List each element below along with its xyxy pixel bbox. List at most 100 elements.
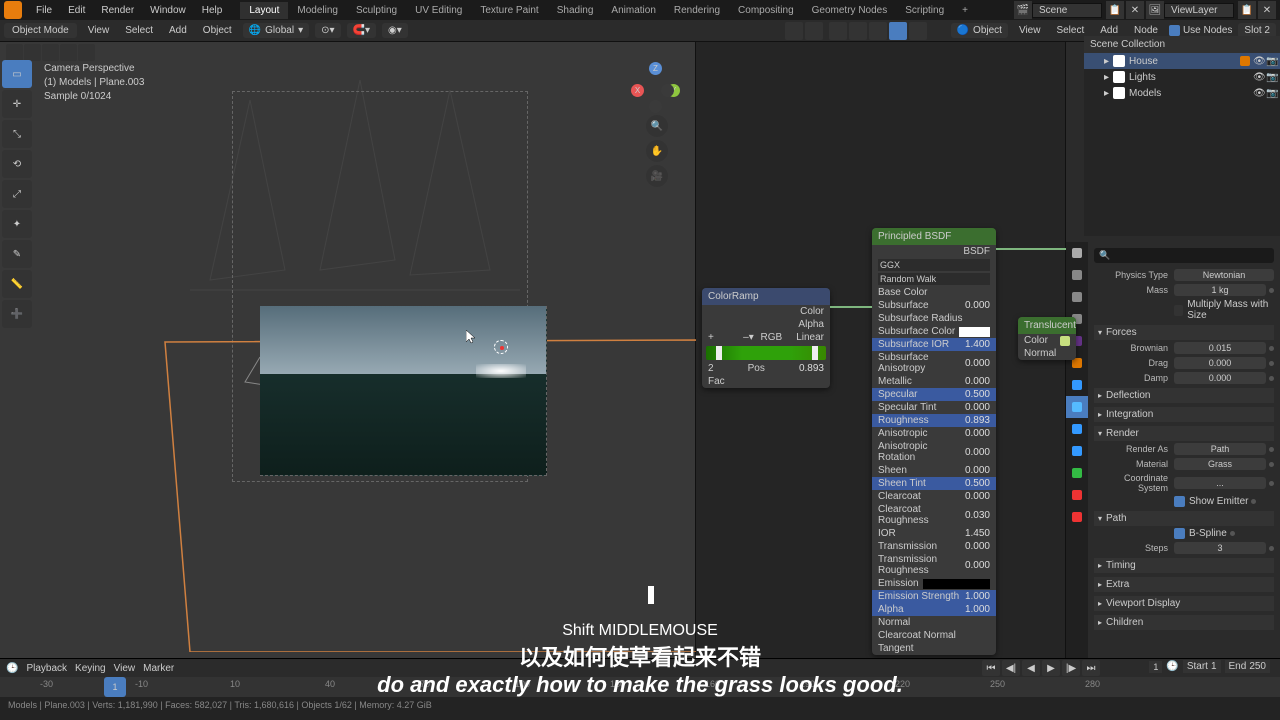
- bsdf-socket-anisotropic-rotation[interactable]: Anisotropic Rotation0.000: [872, 440, 996, 464]
- bsdf-socket-clearcoat[interactable]: Clearcoat0.000: [872, 490, 996, 503]
- bsdf-dist-dropdown[interactable]: GGX: [878, 259, 990, 271]
- bsdf-socket-clearcoat-normal[interactable]: Clearcoat Normal: [872, 629, 996, 642]
- tab-data[interactable]: [1066, 462, 1088, 484]
- bsdf-socket-specular[interactable]: Specular0.500: [872, 388, 996, 401]
- bsdf-socket-normal[interactable]: Normal: [872, 616, 996, 629]
- orbit-gizmo[interactable]: Z Y X: [629, 62, 679, 112]
- socket-alpha[interactable]: Alpha: [798, 319, 824, 330]
- prev-key-button[interactable]: ◀|: [1002, 660, 1020, 676]
- path-panel[interactable]: ▾Path: [1094, 511, 1274, 526]
- bsdf-socket-anisotropic[interactable]: Anisotropic0.000: [872, 427, 996, 440]
- new-viewlayer-button[interactable]: 📋: [1238, 1, 1256, 19]
- proportional-toggle[interactable]: ◉▾: [382, 23, 408, 38]
- viewlayer-field[interactable]: ViewLayer: [1164, 3, 1234, 18]
- socket-bsdf[interactable]: BSDF: [963, 246, 990, 257]
- new-scene-button[interactable]: 📋: [1106, 1, 1124, 19]
- snap-toggle[interactable]: 🧲▾: [347, 23, 376, 38]
- play-button[interactable]: ▶: [1042, 660, 1060, 676]
- workspace-sculpting[interactable]: Sculpting: [347, 2, 406, 19]
- gizmo-toggles[interactable]: [785, 22, 823, 40]
- node-view[interactable]: View: [1014, 23, 1046, 38]
- children-panel[interactable]: ▸Children: [1094, 615, 1274, 630]
- viewlayer-icon[interactable]: 🖼: [1146, 1, 1164, 19]
- timeline-view[interactable]: View: [114, 663, 136, 674]
- wireframe-icon[interactable]: [829, 22, 847, 40]
- bsdf-socket-sheen-tint[interactable]: Sheen Tint0.500: [872, 477, 996, 490]
- render-panel[interactable]: ▾Render: [1094, 426, 1274, 441]
- cursor-tool[interactable]: ✛: [2, 90, 32, 118]
- bsdf-socket-emission-strength[interactable]: Emission Strength1.000: [872, 590, 996, 603]
- color-ramp-gradient[interactable]: [706, 346, 826, 360]
- rendered-icon[interactable]: [889, 22, 907, 40]
- workspace-texpaint[interactable]: Texture Paint: [471, 2, 547, 19]
- menu-edit[interactable]: Edit: [60, 2, 93, 19]
- rotate-tool[interactable]: ⟲: [2, 150, 32, 178]
- brownian-field[interactable]: 0.015: [1174, 342, 1266, 354]
- workspace-add[interactable]: +: [953, 2, 977, 19]
- ext-icon[interactable]: [42, 44, 59, 61]
- bsdf-socket-transmission-roughness[interactable]: Transmission Roughness0.000: [872, 553, 996, 577]
- bsdf-sss-dropdown[interactable]: Random Walk: [878, 273, 990, 285]
- tab-viewlayer[interactable]: [1066, 286, 1088, 308]
- workspace-modeling[interactable]: Modeling: [288, 2, 347, 19]
- orientation-dropdown[interactable]: 🌐Global▾: [243, 23, 309, 38]
- ext-icon[interactable]: [78, 44, 95, 61]
- node-translucent[interactable]: Translucent Color Normal: [1018, 317, 1076, 360]
- tab-texture[interactable]: [1066, 506, 1088, 528]
- next-key-button[interactable]: |▶: [1062, 660, 1080, 676]
- menu-render[interactable]: Render: [93, 2, 142, 19]
- timeline-playback[interactable]: Playback: [26, 663, 67, 674]
- solid-icon[interactable]: [849, 22, 867, 40]
- node-editor[interactable]: ColorRamp Color Alpha +–▾RGBLinear 2Pos0…: [696, 42, 1066, 658]
- use-nodes-checkbox[interactable]: Use Nodes: [1169, 25, 1232, 36]
- jump-end-button[interactable]: ⏭: [1082, 660, 1100, 676]
- move-tool[interactable]: ⤡: [2, 120, 32, 148]
- menu-window[interactable]: Window: [142, 2, 194, 19]
- menu-help[interactable]: Help: [194, 2, 231, 19]
- bsdf-socket-base-color[interactable]: Base Color: [872, 286, 996, 299]
- overlay-icon[interactable]: [805, 22, 823, 40]
- tab-constraint[interactable]: [1066, 440, 1088, 462]
- tab-material[interactable]: [1066, 484, 1088, 506]
- viewport-disp-panel[interactable]: ▸Viewport Display: [1094, 596, 1274, 611]
- drag-field[interactable]: 0.000: [1174, 357, 1266, 369]
- steps-field[interactable]: 3: [1174, 542, 1266, 554]
- workspace-anim[interactable]: Animation: [602, 2, 664, 19]
- menu-file[interactable]: File: [28, 2, 60, 19]
- play-rev-button[interactable]: ◀: [1022, 660, 1040, 676]
- extra-panel[interactable]: ▸Extra: [1094, 577, 1274, 592]
- tab-particles[interactable]: [1066, 396, 1088, 418]
- camera-gizmo-icon[interactable]: 🎥: [646, 165, 668, 187]
- playhead[interactable]: 1: [104, 677, 126, 697]
- annotate-tool[interactable]: ✎: [2, 240, 32, 268]
- bsdf-socket-ior[interactable]: IOR1.450: [872, 527, 996, 540]
- outliner-item-lights[interactable]: ▸Lights👁📷: [1084, 69, 1280, 85]
- tab-render[interactable]: [1066, 242, 1088, 264]
- delete-viewlayer-button[interactable]: ✕: [1258, 1, 1276, 19]
- bsdf-socket-subsurface[interactable]: Subsurface0.000: [872, 299, 996, 312]
- show-emitter-checkbox[interactable]: [1174, 496, 1185, 507]
- workspace-shading[interactable]: Shading: [548, 2, 603, 19]
- pan-gizmo-icon[interactable]: ✋: [646, 140, 668, 162]
- timeline-marker[interactable]: Marker: [143, 663, 174, 674]
- viewport-3d[interactable]: ▭ ✛ ⤡ ⟲ ⤢ ✦ ✎ 📏 ➕ Camera Perspective (1)…: [0, 42, 696, 658]
- node-type-dropdown[interactable]: 🔵 Object: [951, 23, 1008, 38]
- render-material-dropdown[interactable]: Grass: [1174, 458, 1266, 470]
- axis-neg-icon[interactable]: [661, 84, 674, 97]
- axis-z-icon[interactable]: Z: [649, 62, 662, 75]
- workspace-uv[interactable]: UV Editing: [406, 2, 471, 19]
- node-principled-bsdf[interactable]: Principled BSDF BSDF GGX Random Walk Bas…: [872, 228, 996, 655]
- header-view[interactable]: View: [83, 23, 115, 38]
- bsdf-socket-sheen[interactable]: Sheen0.000: [872, 464, 996, 477]
- gizmo-icon[interactable]: [785, 22, 803, 40]
- node-header[interactable]: Translucent: [1018, 317, 1076, 334]
- pivot-dropdown[interactable]: ⊙▾: [315, 23, 340, 38]
- outliner-item-models[interactable]: ▸Models👁📷: [1084, 85, 1280, 101]
- properties-search[interactable]: 🔍: [1094, 248, 1274, 263]
- bsdf-socket-specular-tint[interactable]: Specular Tint0.000: [872, 401, 996, 414]
- multiply-mass-checkbox[interactable]: [1174, 305, 1183, 316]
- jump-start-button[interactable]: ⏮: [982, 660, 1000, 676]
- forces-panel[interactable]: ▾Forces: [1094, 325, 1274, 340]
- bsdf-socket-subsurface-radius[interactable]: Subsurface Radius: [872, 312, 996, 325]
- socket-color[interactable]: Color: [1024, 335, 1048, 346]
